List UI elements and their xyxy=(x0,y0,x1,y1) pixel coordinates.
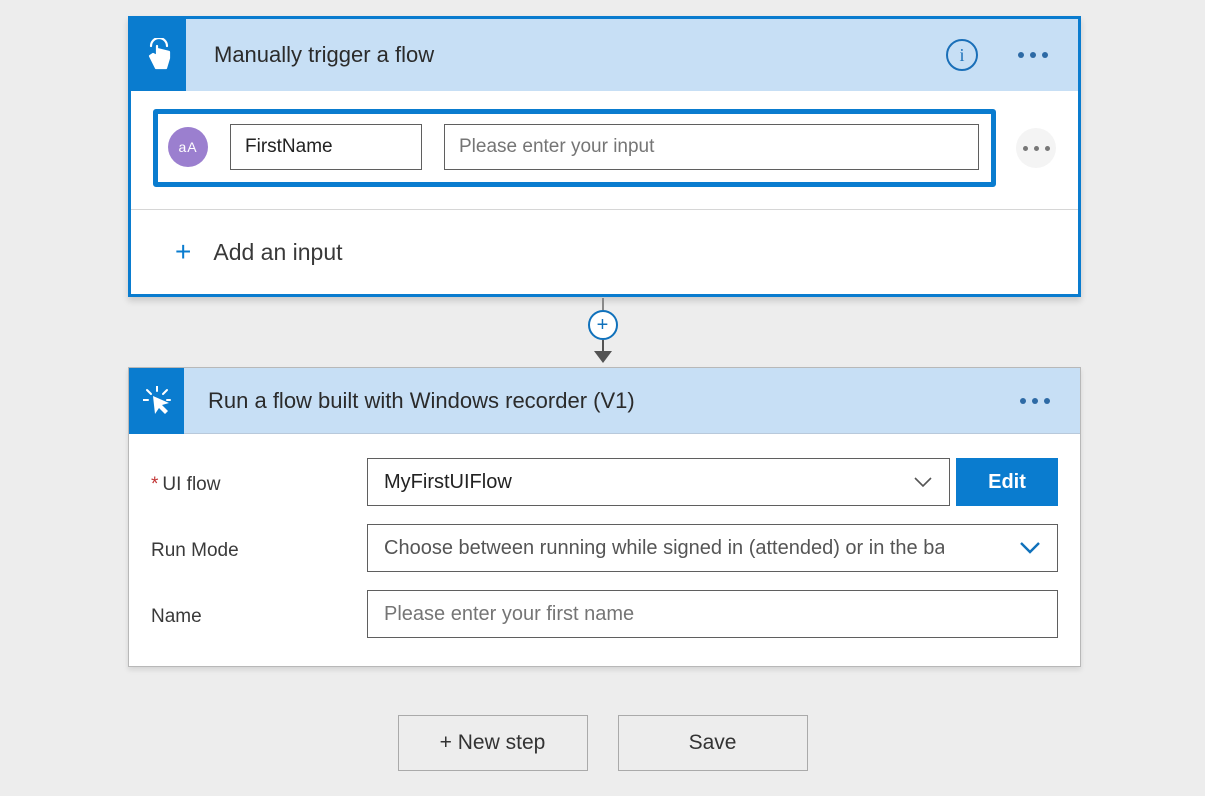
add-input-label: Add an input xyxy=(213,239,342,266)
save-button[interactable]: Save xyxy=(618,715,808,771)
ui-flow-row: *UI flow MyFirstUIFlow Edit xyxy=(151,458,1058,506)
ui-flow-select[interactable]: MyFirstUIFlow xyxy=(367,458,950,506)
run-mode-label: Run Mode xyxy=(151,534,367,562)
name-label: Name xyxy=(151,600,367,628)
edit-button[interactable]: Edit xyxy=(956,458,1058,506)
action-card: Run a flow built with Windows recorder (… xyxy=(128,367,1081,667)
cursor-click-icon xyxy=(143,386,171,416)
action-more-icon[interactable] xyxy=(1020,398,1050,404)
input-description-field[interactable] xyxy=(444,124,979,170)
trigger-more-icon[interactable] xyxy=(1018,52,1048,58)
action-form: *UI flow MyFirstUIFlow Edit Run Mode Cho… xyxy=(129,434,1080,666)
name-input[interactable] xyxy=(367,590,1058,638)
trigger-inputs-section: aA xyxy=(131,91,1078,210)
touch-icon xyxy=(145,38,173,72)
trigger-card: Manually trigger a flow i aA + Add an in… xyxy=(128,16,1081,297)
new-step-button[interactable]: + New step xyxy=(398,715,588,771)
run-mode-select[interactable]: Choose between running while signed in (… xyxy=(367,524,1058,572)
footer-actions: + New step Save xyxy=(0,715,1205,771)
step-connector: + xyxy=(0,298,1205,363)
arrow-down-icon xyxy=(594,351,612,363)
text-type-icon: aA xyxy=(168,127,208,167)
insert-step-button[interactable]: + xyxy=(588,310,618,340)
action-icon-tile xyxy=(129,368,184,434)
name-row: Name xyxy=(151,590,1058,638)
input-row-highlight: aA xyxy=(153,109,996,187)
ui-flow-label: *UI flow xyxy=(151,468,367,496)
required-icon: * xyxy=(151,474,158,495)
input-row-more-icon[interactable] xyxy=(1016,128,1056,168)
input-name-field[interactable] xyxy=(230,124,422,170)
ui-flow-value: MyFirstUIFlow xyxy=(384,471,512,494)
chevron-down-icon xyxy=(913,476,933,488)
trigger-title: Manually trigger a flow xyxy=(214,42,434,68)
plus-icon: + xyxy=(175,238,191,266)
trigger-icon-tile xyxy=(131,19,186,91)
trigger-header[interactable]: Manually trigger a flow i xyxy=(131,19,1078,91)
info-icon[interactable]: i xyxy=(946,39,978,71)
chevron-down-icon xyxy=(1019,541,1041,555)
action-title: Run a flow built with Windows recorder (… xyxy=(208,388,635,414)
action-header[interactable]: Run a flow built with Windows recorder (… xyxy=(129,368,1080,434)
run-mode-row: Run Mode Choose between running while si… xyxy=(151,524,1058,572)
run-mode-placeholder: Choose between running while signed in (… xyxy=(384,537,944,560)
add-input-button[interactable]: + Add an input xyxy=(131,210,1078,294)
